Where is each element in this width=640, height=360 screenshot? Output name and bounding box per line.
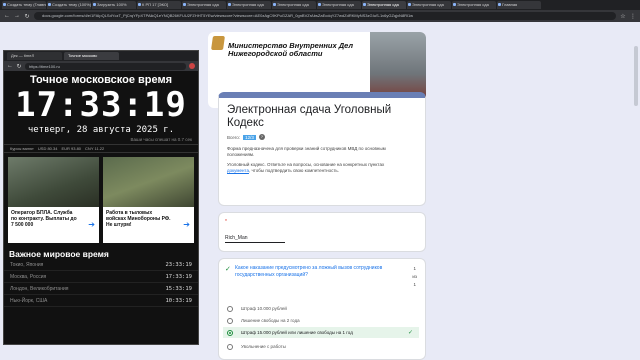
option-label: Лишение свободы на 2 года bbox=[241, 318, 300, 323]
reload-icon[interactable]: ↻ bbox=[24, 13, 30, 20]
arrow-right-icon: ➔ bbox=[183, 220, 190, 229]
name-answer: Rich_Man bbox=[225, 235, 285, 243]
answer-option: Штраф 10.000 рублей bbox=[223, 303, 419, 314]
browser-tab[interactable]: Загрузить 100% bbox=[92, 1, 136, 9]
option-label: Штраф 15.000 рублей или лишение свободы … bbox=[241, 330, 353, 335]
browser-tab[interactable]: Создать тему (Главное) – Н. bbox=[2, 1, 46, 9]
browser-tab[interactable]: Электронная сда bbox=[227, 1, 271, 9]
name-card: * Rich_Man bbox=[218, 212, 426, 252]
radio-icon bbox=[227, 317, 233, 324]
arrow-right-icon: ➔ bbox=[88, 220, 95, 229]
back-icon[interactable]: ← bbox=[4, 13, 10, 19]
check-icon: ✓ bbox=[225, 266, 231, 273]
currency-rates: Курсы валют USD 80.34 EUR 93.80 CNY 11.2… bbox=[4, 144, 198, 153]
city-time: 10:33:19 bbox=[165, 297, 193, 304]
option-label: Увольнение с работы bbox=[241, 344, 286, 349]
answer-option: Увольнение с работы bbox=[223, 341, 419, 352]
moscow-clock: 17:33:19 bbox=[15, 85, 187, 125]
world-time-title: Важное мировое время bbox=[9, 249, 109, 259]
current-date: четверг, 28 августа 2025 г. bbox=[27, 125, 175, 135]
rate-eur: EUR 93.80 bbox=[61, 146, 82, 151]
back-icon[interactable]: ← bbox=[7, 63, 13, 69]
desc-text: , чтобы подтвердить свою компетентность. bbox=[248, 168, 340, 173]
city-row: Токио, Япония 23:33:19 bbox=[4, 259, 198, 271]
score-earned: 1 bbox=[413, 266, 416, 271]
browser-tab[interactable]: Главная bbox=[497, 1, 541, 9]
address-bar: ← → ↻ docs.google.com/forms/d/e/1FAIpQLS… bbox=[0, 10, 640, 22]
time-tab-strip: Дек — timeЛ Точное московс bbox=[4, 51, 198, 61]
url-field[interactable]: docs.google.com/forms/d/e/1FAIpQLSdYczT_… bbox=[34, 12, 616, 20]
required-mark: * bbox=[225, 219, 227, 225]
option-label: Штраф 10.000 рублей bbox=[241, 306, 287, 311]
score-of: из bbox=[412, 274, 417, 279]
browser-tab[interactable]: Электронная сда bbox=[407, 1, 451, 9]
ad-text: Оператор БПЛА. Служба по контракту. Выпл… bbox=[11, 210, 77, 228]
radio-icon bbox=[227, 305, 233, 312]
clock-offset-note: Ваши часы спешат на 0.7 сек bbox=[130, 137, 192, 142]
browser-tab[interactable]: Создать тему (100%) bbox=[47, 1, 91, 9]
browser-tab-strip: Создать тему (Главное) – Н. Создать тему… bbox=[0, 0, 640, 10]
form-description: Форма предназначена для проверки знаний … bbox=[227, 146, 386, 157]
form-description-2: Уголовный кодекс. Ответьте на вопросы, о… bbox=[227, 162, 407, 174]
forward-icon[interactable]: → bbox=[14, 13, 20, 19]
browser-tab[interactable]: Электронная сда bbox=[452, 1, 496, 9]
city-time: 17:33:19 bbox=[165, 273, 193, 280]
scrollbar[interactable] bbox=[634, 46, 638, 106]
score-total: 1 bbox=[413, 282, 416, 287]
score-label: Всего: bbox=[227, 134, 241, 140]
ad-text: Работа в тыловых войсках Минобороны РФ. … bbox=[106, 210, 171, 228]
desc-link[interactable]: документа bbox=[227, 168, 249, 173]
title-card: Электронная сдача Уголовный Кодекс Всего… bbox=[218, 92, 426, 206]
radio-checked-icon bbox=[227, 329, 233, 336]
ministry-name: Министерство Внутренних Дел Нижегородско… bbox=[228, 41, 354, 58]
correct-check-icon: ✓ bbox=[407, 330, 413, 336]
score-row: Всего: 12/3 ? bbox=[227, 134, 265, 140]
help-icon[interactable]: ? bbox=[258, 134, 265, 140]
rate-usd: USD 80.34 bbox=[37, 146, 58, 151]
question-text: Какое наказание предусмотрено за ложный … bbox=[235, 265, 383, 278]
browser-tab[interactable]: Электронная сда bbox=[272, 1, 316, 9]
ministry-logo-icon bbox=[211, 36, 225, 50]
ad-card[interactable]: Работа в тыловых войсках Минобороны РФ. … bbox=[103, 157, 194, 243]
ad-card[interactable]: Оператор БПЛА. Служба по контракту. Выпл… bbox=[8, 157, 99, 243]
city-name: Нью-Йорк, США bbox=[10, 297, 48, 304]
city-row: Лондон, Великобритания 15:33:19 bbox=[4, 283, 198, 295]
city-row: Москва, Россия 17:33:19 bbox=[4, 271, 198, 283]
time-tab-active[interactable]: Точное московс bbox=[64, 52, 119, 60]
ad-image bbox=[8, 157, 99, 207]
time-tab[interactable]: Дек — timeЛ bbox=[7, 52, 62, 60]
city-name: Токио, Япония bbox=[10, 261, 44, 268]
answer-option: Лишение свободы на 2 года bbox=[223, 315, 419, 326]
question-card: ✓ Какое наказание предусмотрено за ложны… bbox=[218, 258, 426, 360]
reload-icon[interactable]: ↻ bbox=[16, 63, 22, 70]
browser-tab[interactable]: Электронная сда bbox=[317, 1, 361, 9]
ad-image bbox=[103, 157, 194, 207]
time-browser-window: Дек — timeЛ Точное московс ← ↻ https://t… bbox=[3, 50, 199, 345]
city-name: Москва, Россия bbox=[10, 273, 47, 280]
time-address-bar: ← ↻ https://time100.ru bbox=[4, 61, 198, 71]
rates-label: Курсы валют bbox=[10, 146, 34, 151]
city-time: 15:33:19 bbox=[165, 285, 193, 292]
rate-cny: CNY 11.22 bbox=[85, 146, 105, 151]
menu-icon[interactable]: ⋮ bbox=[630, 13, 636, 20]
radio-icon bbox=[227, 343, 233, 350]
score-value: 12/3 bbox=[243, 134, 256, 140]
browser-tab-active[interactable]: Электронная сда bbox=[362, 1, 406, 9]
browser-tab[interactable]: К РП 17 [ЭКО] bbox=[137, 1, 181, 9]
ad-block: Оператор БПЛА. Служба по контракту. Выпл… bbox=[4, 153, 198, 247]
browser-tab[interactable]: Электронная сда bbox=[182, 1, 226, 9]
time-url-field[interactable]: https://time100.ru bbox=[25, 62, 186, 70]
avatar[interactable] bbox=[189, 63, 195, 69]
desc-text: Уголовный кодекс. Ответьте на вопросы, о… bbox=[227, 162, 385, 167]
answer-option-selected: Штраф 15.000 рублей или лишение свободы … bbox=[223, 327, 419, 338]
question-score: 1 из 1 bbox=[412, 265, 417, 289]
star-icon[interactable]: ☆ bbox=[620, 13, 626, 20]
city-row: Нью-Йорк, США 10:33:19 bbox=[4, 295, 198, 307]
city-name: Лондон, Великобритания bbox=[10, 285, 69, 292]
form-title: Электронная сдача Уголовный Кодекс bbox=[227, 104, 392, 129]
city-time: 23:33:19 bbox=[165, 261, 193, 268]
